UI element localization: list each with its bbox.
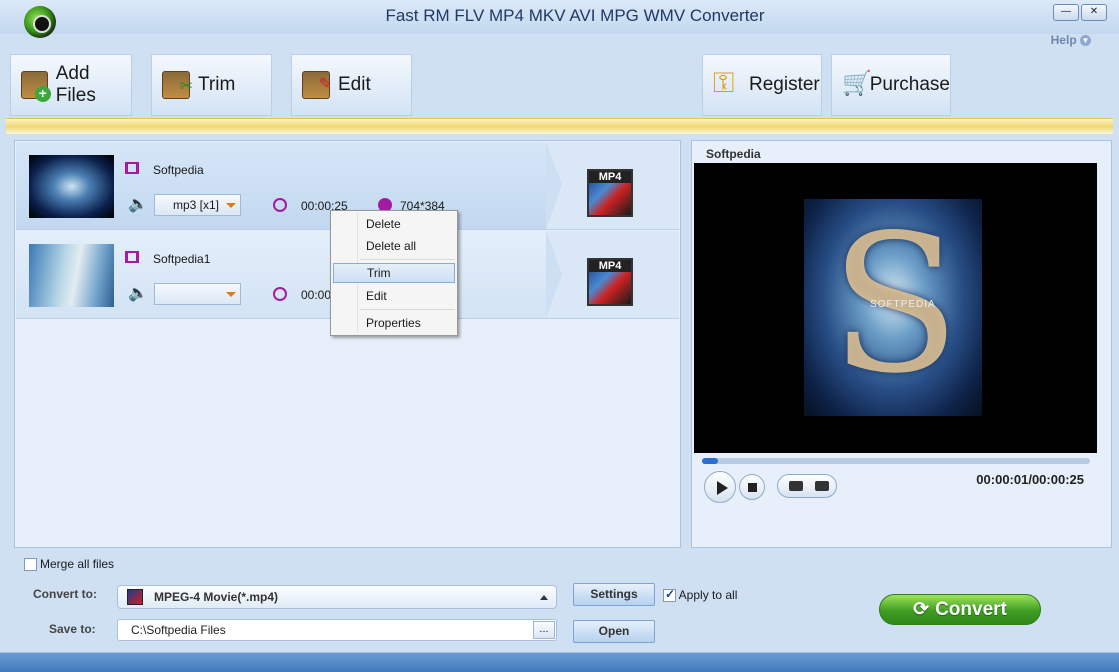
video-thumbnail — [29, 244, 114, 307]
apply-to-all-checkbox[interactable]: Apply to all — [663, 587, 738, 603]
arrow-separator — [546, 231, 566, 318]
purchase-button[interactable]: Purchase — [831, 54, 951, 116]
snapshot-controls — [777, 474, 837, 498]
film-icon — [125, 162, 139, 174]
edit-button[interactable]: Edit — [291, 54, 412, 116]
title-bar: Fast RM FLV MP4 MKV AVI MPG WMV Converte… — [0, 0, 1119, 38]
add-files-label: Add Files — [55, 63, 96, 106]
open-button[interactable]: Open — [573, 620, 655, 643]
speaker-icon: 🔈 — [128, 196, 148, 213]
chevron-down-icon: ▼ — [1080, 35, 1091, 47]
mp4-format-icon — [127, 589, 143, 605]
camera-icon[interactable] — [789, 481, 803, 491]
dropdown-arrow-icon — [226, 292, 236, 297]
dropdown-arrow-icon — [226, 203, 236, 208]
window-title: Fast RM FLV MP4 MKV AVI MPG WMV Converte… — [385, 6, 765, 25]
window-controls: — ✕ — [1053, 4, 1107, 21]
file-name: Softpedia1 — [153, 252, 211, 266]
output-format-select[interactable]: MPEG-4 Movie(*.mp4) — [117, 585, 557, 609]
audio-track-select[interactable]: mp3 [x1] — [154, 194, 241, 216]
bottom-controls: Merge all files Convert to: MPEG-4 Movie… — [0, 552, 1119, 652]
toolbar-divider — [6, 118, 1113, 134]
menu-item-properties[interactable]: Properties — [333, 313, 455, 333]
playback-time: 00:00:01/00:00:25 — [976, 472, 1084, 487]
status-bar — [0, 652, 1119, 672]
convert-to-label: Convert to: — [33, 587, 97, 601]
play-button[interactable] — [704, 471, 736, 503]
menu-item-trim[interactable]: Trim — [333, 263, 455, 283]
edit-label: Edit — [338, 74, 371, 95]
trim-button[interactable]: Trim — [151, 54, 272, 116]
convert-button[interactable]: ⟳ Convert — [879, 594, 1041, 625]
help-label: Help — [1050, 33, 1077, 47]
film-icon — [125, 251, 139, 263]
register-button[interactable]: Register — [702, 54, 822, 116]
minimize-button[interactable]: — — [1053, 4, 1079, 21]
mp4-format-icon: MP4 — [587, 258, 633, 306]
seek-bar-fill — [702, 458, 718, 464]
merge-checkbox[interactable]: Merge all files — [24, 557, 115, 572]
register-key-icon — [713, 67, 741, 100]
output-format-cell[interactable]: MP4 — [547, 142, 679, 229]
apply-to-all-label: Apply to all — [678, 588, 738, 602]
audio-track-value: mp3 [x1] — [173, 198, 220, 212]
stop-button[interactable] — [739, 474, 765, 500]
merge-checkbox-box[interactable] — [24, 558, 37, 572]
menu-separator — [360, 259, 455, 260]
edit-icon — [302, 71, 332, 99]
toolbar: Add Files Trim Edit Register Purchase — [6, 50, 1113, 120]
save-path-input[interactable] — [131, 623, 531, 637]
context-menu: Delete Delete all Trim Edit Properties — [330, 210, 458, 336]
folder-icon[interactable] — [815, 481, 829, 491]
menu-item-delete-all[interactable]: Delete all — [333, 236, 455, 256]
stop-icon — [748, 483, 757, 492]
help-menu[interactable]: Help ▼ — [1051, 33, 1091, 47]
video-frame: S SOFTPEDIA — [804, 199, 982, 416]
refresh-icon: ⟳ — [913, 599, 930, 620]
video-watermark: SOFTPEDIA — [870, 299, 936, 310]
save-to-label: Save to: — [49, 622, 96, 636]
register-label: Register — [749, 74, 820, 95]
menu-separator — [360, 309, 455, 310]
purchase-label: Purchase — [869, 74, 950, 95]
add-files-icon — [21, 71, 51, 102]
clock-icon — [273, 287, 287, 301]
output-format-cell[interactable]: MP4 — [547, 231, 679, 318]
speaker-icon: 🔈 — [128, 285, 148, 302]
play-icon — [717, 481, 728, 495]
arrow-separator — [546, 142, 566, 229]
merge-label: Merge all files — [40, 557, 115, 571]
preview-title: Softpedia — [706, 147, 761, 161]
trim-icon — [162, 71, 193, 99]
file-list[interactable]: Softpedia 🔈 mp3 [x1] 00:00:25 704*384 MP… — [14, 140, 681, 548]
output-format-value: MPEG-4 Movie(*.mp4) — [154, 590, 279, 604]
video-thumbnail — [29, 155, 114, 218]
settings-button[interactable]: Settings — [573, 583, 655, 606]
mp4-format-icon: MP4 — [587, 169, 633, 217]
preview-panel: Softpedia S SOFTPEDIA 00:00:01/00:00:25 — [691, 140, 1112, 548]
file-name: Softpedia — [153, 163, 204, 177]
clock-icon — [273, 198, 287, 212]
audio-track-select[interactable] — [154, 283, 241, 305]
seek-bar[interactable] — [702, 458, 1090, 464]
apply-checkbox-box[interactable] — [663, 587, 676, 603]
close-button[interactable]: ✕ — [1081, 4, 1107, 21]
file-duration: 00:00 — [301, 288, 332, 302]
menu-item-delete[interactable]: Delete — [333, 214, 455, 234]
save-path-field[interactable]: ... — [117, 619, 557, 641]
menu-item-edit[interactable]: Edit — [333, 286, 455, 306]
trim-label: Trim — [198, 74, 236, 95]
purchase-cart-icon — [842, 69, 871, 99]
browse-button[interactable]: ... — [533, 621, 555, 639]
add-files-button[interactable]: Add Files — [10, 54, 132, 116]
chevron-up-icon — [540, 595, 548, 600]
convert-label: Convert — [935, 599, 1007, 620]
video-player[interactable]: S SOFTPEDIA — [694, 163, 1097, 453]
